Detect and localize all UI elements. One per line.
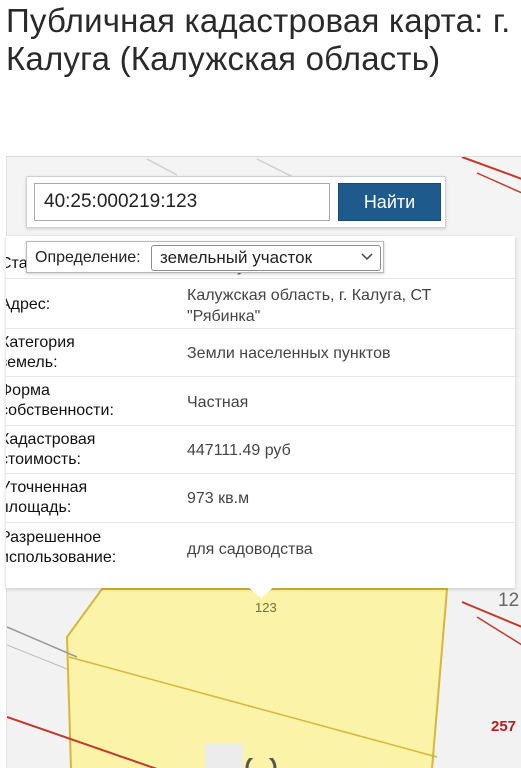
info-row-address: Адрес: Калужская область, г. Калуга, СТ … xyxy=(6,279,515,329)
info-value: Земли населенных пунктов xyxy=(187,345,391,362)
info-key: Форма собственности: xyxy=(6,382,114,419)
info-value: 973 кв.м xyxy=(187,490,250,507)
info-value: Калужская область, г. Калуга, СТ "Рябинк… xyxy=(187,287,432,325)
info-key: Адрес: xyxy=(6,296,51,313)
info-key: Кадастровая стоимость: xyxy=(6,431,96,468)
page-title: Публичная кадастровая карта: г. Калуга (… xyxy=(6,2,511,77)
info-row-ownership: Форма собственности: Частная xyxy=(6,377,515,426)
map-corner-label: 257 xyxy=(491,718,517,735)
object-type-selected: земельный участок xyxy=(160,248,313,267)
cadastral-number-input[interactable] xyxy=(34,183,330,221)
info-row-permitted-use: Разрешенное использование: для садоводст… xyxy=(6,523,515,588)
chevron-down-icon xyxy=(361,253,373,261)
info-key: Уточненная площадь: xyxy=(6,479,88,516)
map-control-stub xyxy=(205,743,243,768)
parcel-info-panel: Статус: Ранее учтенный Адрес: Калужская … xyxy=(6,236,515,588)
info-key: Категория земель: xyxy=(6,334,75,371)
map-neighbor-label: 12 xyxy=(498,590,520,611)
info-row-cadastral-value: Кадастровая стоимость: 447111.49 руб xyxy=(6,426,515,474)
info-value: для садоводства xyxy=(187,541,313,558)
info-value: 447111.49 руб xyxy=(187,442,291,459)
object-type-select[interactable]: земельный участок xyxy=(151,245,381,271)
info-row-category: Категория земель: Земли населенных пункт… xyxy=(6,329,515,377)
loading-spinner-icon xyxy=(245,758,277,768)
popup-pointer xyxy=(246,585,276,598)
info-key: Разрешенное использование: xyxy=(6,529,117,566)
parcel-polygon xyxy=(65,588,449,768)
info-value: Частная xyxy=(187,394,249,411)
definition-label: Определение: xyxy=(35,249,141,266)
info-row-area: Уточненная площадь: 973 кв.м xyxy=(6,474,515,523)
parcel-number-label: 123 xyxy=(255,600,277,615)
search-button[interactable]: Найти xyxy=(338,183,441,221)
